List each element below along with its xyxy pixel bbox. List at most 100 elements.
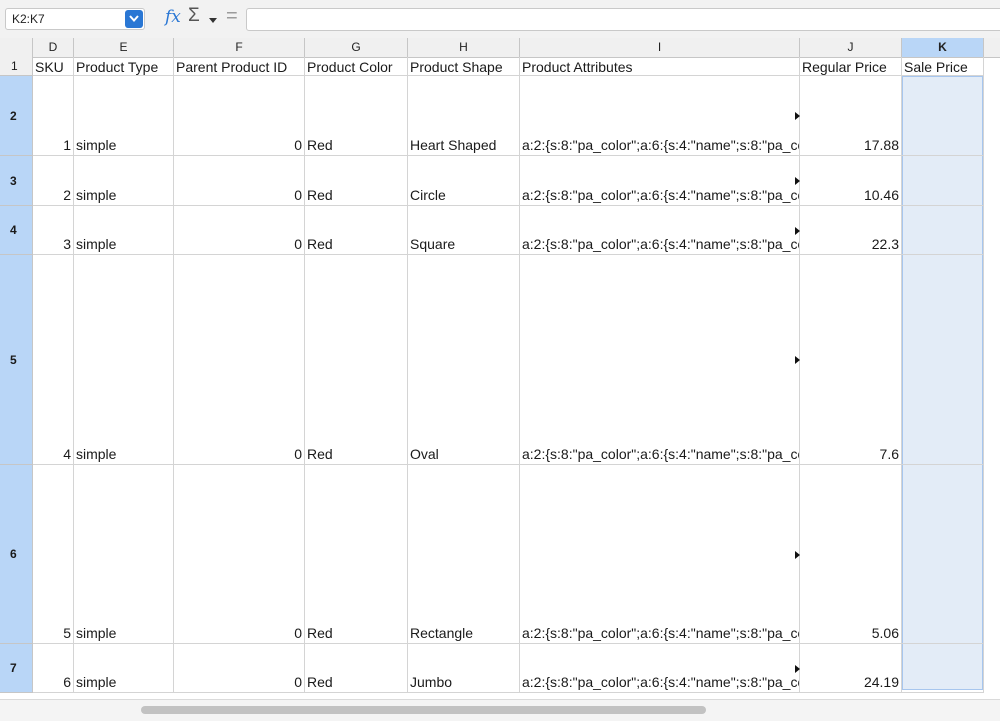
horizontal-scrollbar-thumb[interactable] (141, 706, 706, 714)
name-box[interactable]: K2:K7 (5, 8, 145, 30)
chevron-down-icon[interactable] (125, 10, 143, 28)
cell-value: Red (307, 674, 333, 690)
cell-product-shape[interactable]: Rectangle (408, 465, 520, 644)
cell-regular-price[interactable]: 17.88 (800, 76, 902, 156)
cell-sale-price[interactable] (902, 644, 984, 693)
column-header-k[interactable]: K (902, 38, 984, 57)
cell-product-color[interactable]: Red (305, 206, 408, 255)
equals-icon[interactable]: = (226, 5, 238, 28)
header-cell-sku[interactable]: SKU (33, 57, 74, 76)
header-cell-text: Regular Price (802, 59, 887, 75)
cell-sku[interactable]: 2 (33, 156, 74, 206)
cell-product-color[interactable]: Red (305, 644, 408, 693)
column-header-f[interactable]: F (174, 38, 305, 57)
cell-product-shape[interactable]: Circle (408, 156, 520, 206)
cell-sku[interactable]: 4 (33, 255, 74, 465)
sigma-icon[interactable]: Σ (188, 5, 200, 27)
cell-value: 0 (294, 625, 302, 641)
cell-value: 4 (63, 446, 71, 462)
cell-product-type[interactable]: simple (74, 206, 174, 255)
cell-value: 24.19 (863, 674, 899, 690)
cell-product-attributes[interactable]: a:2:{s:8:"pa_color";a:6:{s:4:"name";s:8:… (520, 206, 800, 255)
cell-product-attributes[interactable]: a:2:{s:8:"pa_color";a:6:{s:4:"name";s:8:… (520, 76, 800, 156)
cell-regular-price[interactable]: 7.6 (800, 255, 902, 465)
fx-icon[interactable]: fx (165, 7, 181, 27)
row-header-6[interactable]: 6 (0, 465, 33, 644)
column-header-d[interactable]: D (33, 38, 74, 57)
row-header-5[interactable]: 5 (0, 255, 33, 465)
cell-product-type[interactable]: simple (74, 76, 174, 156)
cell-product-type[interactable]: simple (74, 644, 174, 693)
header-cell-sale-price[interactable]: Sale Price (902, 57, 984, 76)
header-cell-product-attributes[interactable]: Product Attributes (520, 57, 800, 76)
cell-sale-price[interactable] (902, 206, 984, 255)
cell-value: Heart Shaped (410, 137, 497, 153)
text-overflow-arrow-icon (795, 112, 800, 120)
cell-product-color[interactable]: Red (305, 255, 408, 465)
cell-parent-product-id[interactable]: 0 (174, 76, 305, 156)
cell-product-shape[interactable]: Oval (408, 255, 520, 465)
text-overflow-arrow-icon (795, 665, 800, 673)
cell-regular-price[interactable]: 22.3 (800, 206, 902, 255)
cell-product-color[interactable]: Red (305, 465, 408, 644)
cell-product-color[interactable]: Red (305, 76, 408, 156)
cell-product-type[interactable]: simple (74, 465, 174, 644)
cell-sale-price[interactable] (902, 156, 984, 206)
header-cell-text: Sale Price (904, 59, 968, 75)
cell-product-attributes[interactable]: a:2:{s:8:"pa_color";a:6:{s:4:"name";s:8:… (520, 644, 800, 693)
cell-value: Square (410, 236, 456, 252)
cell-value: simple (76, 446, 117, 462)
cell-sku[interactable]: 5 (33, 465, 74, 644)
cell-product-shape[interactable]: Jumbo (408, 644, 520, 693)
cell-parent-product-id[interactable]: 0 (174, 644, 305, 693)
column-header-e[interactable]: E (74, 38, 174, 57)
cell-value: 10.46 (863, 187, 899, 203)
cell-product-color[interactable]: Red (305, 156, 408, 206)
sum-dropdown-caret-icon[interactable] (209, 18, 217, 23)
name-box-value: K2:K7 (12, 12, 45, 26)
column-header-j[interactable]: J (800, 38, 902, 57)
cell-parent-product-id[interactable]: 0 (174, 465, 305, 644)
formula-input[interactable] (246, 8, 1000, 31)
cell-sku[interactable]: 1 (33, 76, 74, 156)
cell-value: Jumbo (410, 674, 453, 690)
cell-product-attributes[interactable]: a:2:{s:8:"pa_color";a:6:{s:4:"name";s:8:… (520, 465, 800, 644)
cell-parent-product-id[interactable]: 0 (174, 206, 305, 255)
cell-product-attributes[interactable]: a:2:{s:8:"pa_color";a:6:{s:4:"name";s:8:… (520, 156, 800, 206)
header-cell-product-color[interactable]: Product Color (305, 57, 408, 76)
cell-product-type[interactable]: simple (74, 156, 174, 206)
cell-value: Red (307, 236, 333, 252)
cell-parent-product-id[interactable]: 0 (174, 156, 305, 206)
cell-product-type[interactable]: simple (74, 255, 174, 465)
header-cell-parent-product-id[interactable]: Parent Product ID (174, 57, 305, 76)
cell-sale-price[interactable] (902, 465, 984, 644)
cell-regular-price[interactable]: 24.19 (800, 644, 902, 693)
select-all-corner[interactable] (0, 38, 33, 57)
column-header-i[interactable]: I (520, 38, 800, 57)
cell-value: 7.6 (879, 446, 899, 462)
cell-regular-price[interactable]: 10.46 (800, 156, 902, 206)
cell-sku[interactable]: 3 (33, 206, 74, 255)
text-overflow-arrow-icon (795, 177, 800, 185)
cell-parent-product-id[interactable]: 0 (174, 255, 305, 465)
column-header-h[interactable]: H (408, 38, 520, 57)
row-header-2[interactable]: 2 (0, 76, 33, 156)
cell-value: Red (307, 625, 333, 641)
cell-sale-price[interactable] (902, 76, 984, 156)
row-header-4[interactable]: 4 (0, 206, 33, 255)
header-cell-product-shape[interactable]: Product Shape (408, 57, 520, 76)
cell-product-attributes[interactable]: a:2:{s:8:"pa_color";a:6:{s:4:"name";s:8:… (520, 255, 800, 465)
column-header-g[interactable]: G (305, 38, 408, 57)
cell-product-shape[interactable]: Square (408, 206, 520, 255)
cell-sku[interactable]: 6 (33, 644, 74, 693)
horizontal-scrollbar[interactable] (0, 699, 1000, 721)
row-header-7[interactable]: 7 (0, 644, 33, 693)
cell-value: a:2:{s:8:"pa_color";a:6:{s:4:"name";s:8:… (522, 674, 800, 690)
cell-sale-price[interactable] (902, 255, 984, 465)
header-cell-regular-price[interactable]: Regular Price (800, 57, 902, 76)
cell-regular-price[interactable]: 5.06 (800, 465, 902, 644)
header-cell-product-type[interactable]: Product Type (74, 57, 174, 76)
row-header-1[interactable]: 1 (0, 57, 33, 76)
cell-product-shape[interactable]: Heart Shaped (408, 76, 520, 156)
row-header-3[interactable]: 3 (0, 156, 33, 206)
